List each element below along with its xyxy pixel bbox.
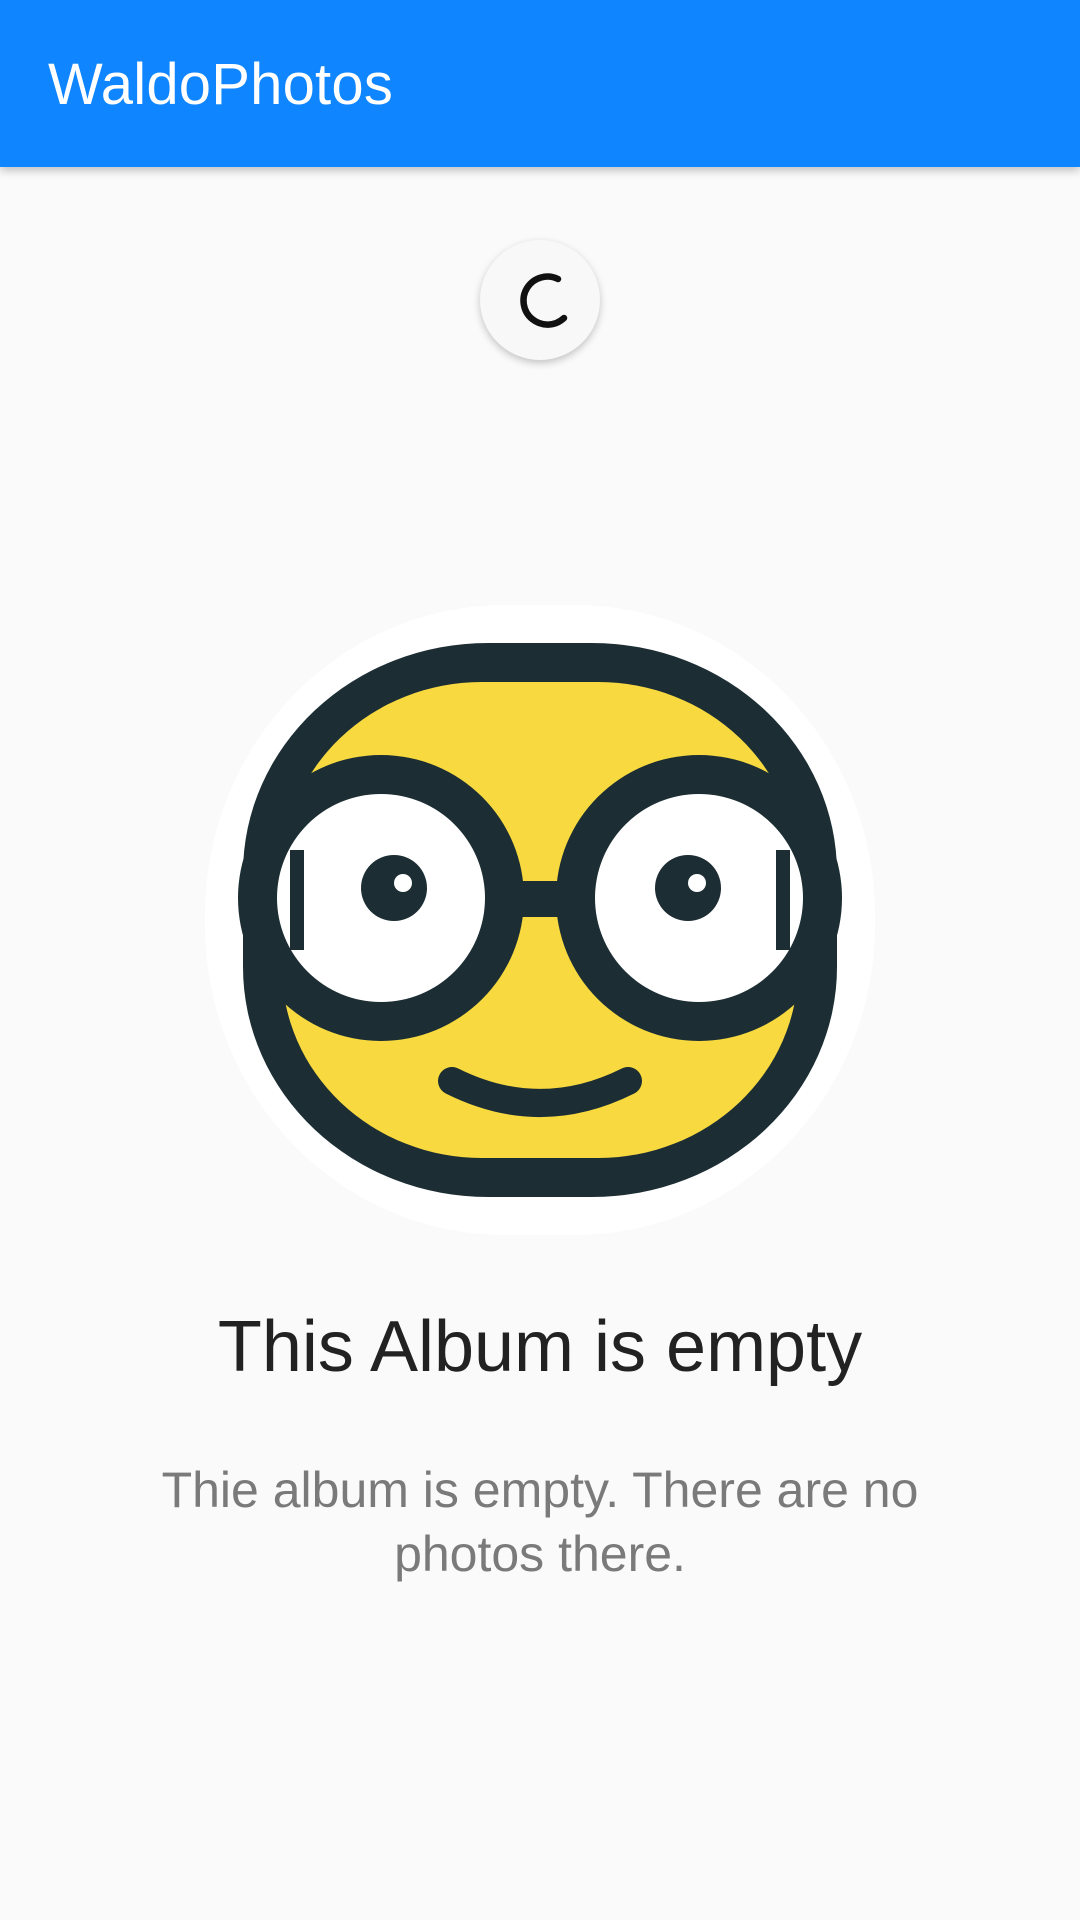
spinner-arc-icon — [520, 273, 568, 328]
app-bar: WaldoPhotos — [0, 0, 1080, 167]
empty-description: Thie album is empty. There are no photos… — [161, 1462, 919, 1582]
loading-spinner — [480, 240, 600, 360]
app-title: WaldoPhotos — [48, 52, 394, 117]
empty-title: This Album is empty — [217, 1307, 863, 1387]
nerd-face-icon — [205, 605, 875, 1235]
app-screen: WaldoPhotos This Album is empty Thie alb… — [0, 0, 1080, 1920]
empty-album-illustration — [200, 605, 880, 1235]
